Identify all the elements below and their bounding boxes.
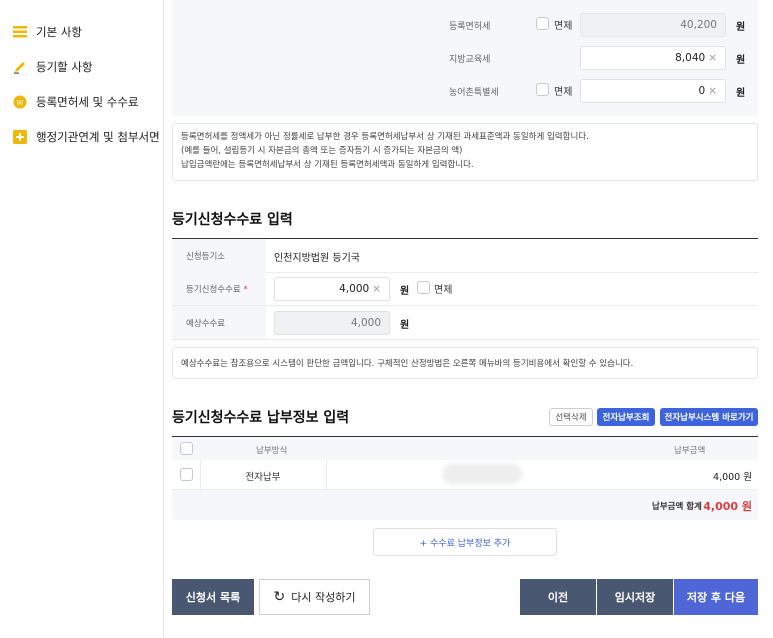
payment-amount: 4,000 원 bbox=[713, 472, 752, 483]
select-all-checkbox[interactable] bbox=[180, 442, 193, 455]
unit-label: 원 bbox=[736, 88, 746, 99]
fee-section-title: 등기신청수수료 입력 bbox=[172, 212, 293, 228]
payment-method: 전자납부 bbox=[245, 472, 281, 483]
sidebar-item-label: 등기할 사항 bbox=[36, 60, 93, 74]
table-row: 전자납부 4,000 원 bbox=[172, 460, 758, 490]
col-method: 납부방식 bbox=[256, 446, 288, 456]
tax-note: 등록면허세를 정액세가 아닌 정률세로 납부한 경우 등록면허세납부서 상 기재… bbox=[172, 123, 758, 181]
exempt-label: 면제 bbox=[554, 21, 573, 32]
unit-label: 원 bbox=[400, 320, 410, 331]
sidebar-item-label: 등록면허세 및 수수료 bbox=[36, 95, 139, 109]
fee-exempt-checkbox[interactable] bbox=[417, 281, 430, 294]
row-checkbox[interactable] bbox=[180, 468, 193, 481]
coin-icon: W bbox=[12, 94, 28, 110]
rural-tax-input[interactable]: 0 × bbox=[580, 79, 726, 103]
fee-note: 예상수수료는 참조용으로 시스템이 판단한 금액입니다. 구체적인 산정방법은 … bbox=[172, 347, 758, 379]
pencil-icon bbox=[12, 59, 28, 75]
sidebar-item-registration[interactable]: 등기할 사항 bbox=[12, 57, 93, 77]
sidebar: 기본 사항 등기할 사항 W 등록면허세 및 수수료 행정기관연계 및 첨부서면 bbox=[0, 0, 164, 638]
note-line: 납입금액란에는 등록면허세납부서 상 기재된 등록면허세액과 동일하게 입력합니… bbox=[181, 160, 474, 170]
payment-section-title: 등기신청수수료 납부정보 입력 bbox=[172, 410, 350, 426]
required-mark: * bbox=[243, 285, 248, 295]
exempt-checkbox[interactable] bbox=[536, 83, 549, 96]
previous-button[interactable]: 이전 bbox=[520, 579, 596, 615]
exempt-checkbox[interactable] bbox=[536, 17, 549, 30]
registry-value: 인천지방법원 등기국 bbox=[274, 253, 360, 264]
application-list-button[interactable]: 신청서 목록 bbox=[172, 579, 254, 615]
sidebar-item-basic[interactable]: 기본 사항 bbox=[12, 22, 82, 42]
sidebar-item-attachments[interactable]: 행정기관연계 및 첨부서면 bbox=[12, 127, 160, 147]
clear-icon[interactable]: × bbox=[708, 85, 717, 97]
exempt-label: 면제 bbox=[554, 87, 573, 98]
sidebar-item-label: 행정기관연계 및 첨부서면 bbox=[36, 130, 160, 144]
fee-input[interactable]: 4,000 × bbox=[274, 277, 390, 301]
rural-tax-row: 농어촌특별세 면제 0 × 원 bbox=[172, 79, 758, 103]
note-line: (예를 들어, 설립등기 시 자본금의 총액 또는 증자등기 시 증가되는 자본… bbox=[181, 146, 463, 156]
payment-total-row: 납부금액 합계 4,000 원 bbox=[172, 490, 758, 520]
col-amount: 납부금액 bbox=[674, 446, 706, 456]
education-tax-input[interactable]: 8,040 × bbox=[580, 46, 726, 70]
unit-label: 원 bbox=[400, 286, 410, 297]
registry-label: 신청등기소 bbox=[172, 239, 266, 272]
e-payment-lookup-button[interactable]: 전자납부조회 bbox=[597, 408, 655, 426]
expected-fee-input: 4,000 bbox=[274, 311, 390, 335]
unit-label: 원 bbox=[736, 55, 746, 66]
rewrite-button[interactable]: ↻ 다시 작성하기 bbox=[259, 579, 370, 615]
refresh-icon: ↻ bbox=[273, 589, 286, 605]
exempt-label: 면제 bbox=[434, 285, 453, 296]
expected-fee-label: 예상수수료 bbox=[172, 306, 266, 339]
field-label: 등록면허세 bbox=[449, 22, 491, 32]
total-value: 4,000 원 bbox=[703, 500, 752, 513]
delete-selected-button[interactable]: 선택삭제 bbox=[549, 408, 593, 426]
total-label: 납부금액 합계 bbox=[652, 502, 702, 512]
redacted-field bbox=[442, 464, 522, 484]
expected-fee-row: 예상수수료 4,000 원 bbox=[172, 306, 758, 340]
field-label: 농어촌특별세 bbox=[449, 88, 499, 98]
svg-text:W: W bbox=[17, 99, 24, 107]
plus-icon bbox=[12, 129, 28, 145]
fee-row: 등기신청수수료 * 4,000 × 원 면제 bbox=[172, 272, 758, 306]
registry-row: 신청등기소 인천지방법원 등기국 bbox=[172, 239, 758, 273]
registration-tax-row: 등록면허세 면제 40,200 원 bbox=[172, 13, 758, 37]
sidebar-item-label: 기본 사항 bbox=[36, 25, 82, 39]
unit-label: 원 bbox=[736, 22, 746, 33]
e-payment-system-button[interactable]: 전자납부시스템 바로가기 bbox=[660, 408, 758, 426]
list-icon bbox=[12, 24, 28, 40]
fee-label: 등기신청수수료 * bbox=[172, 272, 266, 305]
registration-tax-input: 40,200 bbox=[580, 13, 726, 37]
temp-save-button[interactable]: 임시저장 bbox=[597, 579, 673, 615]
clear-icon[interactable]: × bbox=[372, 283, 381, 295]
tax-panel: 등록면허세 면제 40,200 원 지방교육세 8,040 × 원 농어촌특별세 … bbox=[172, 0, 758, 116]
clear-icon[interactable]: × bbox=[708, 52, 717, 64]
add-payment-button[interactable]: + 수수료 납부정보 추가 bbox=[373, 528, 557, 556]
note-line: 등록면허세를 정액세가 아닌 정률세로 납부한 경우 등록면허세납부서 상 기재… bbox=[181, 132, 589, 142]
education-tax-row: 지방교육세 8,040 × 원 bbox=[172, 46, 758, 70]
payment-table-header: 납부방식 납부금액 bbox=[172, 436, 758, 460]
note-line: 예상수수료는 참조용으로 시스템이 판단한 금액입니다. 구체적인 산정방법은 … bbox=[181, 359, 634, 369]
cell-divider bbox=[326, 460, 327, 490]
save-next-button[interactable]: 저장 후 다음 bbox=[674, 579, 758, 615]
field-label: 지방교육세 bbox=[449, 55, 491, 65]
sidebar-item-tax-fee[interactable]: W 등록면허세 및 수수료 bbox=[12, 92, 139, 112]
rewrite-label: 다시 작성하기 bbox=[291, 591, 356, 604]
